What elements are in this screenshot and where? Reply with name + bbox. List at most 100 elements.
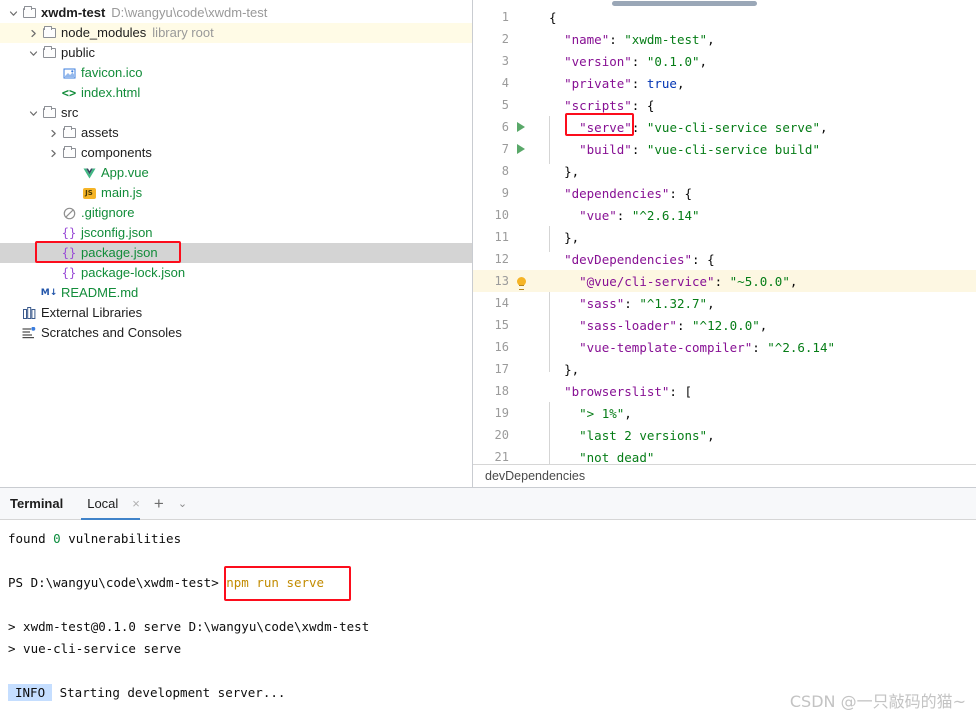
code-line[interactable]: 1{ [473,6,976,28]
tree-item-label: index.html [81,85,141,100]
terminal-tab-local[interactable]: Local [81,488,141,520]
chevron-down-icon[interactable] [6,9,20,18]
code-editor[interactable]: 1{2 "name": "xwdm-test", 3 "version": "0.… [473,6,976,464]
tree-item-jsconfig-json[interactable]: {} jsconfig.json [0,223,472,243]
tree-item-main-js[interactable]: JS main.js [0,183,472,203]
intention-bulb-icon[interactable] [511,276,531,290]
terminal-output[interactable]: found 0 vulnerabilities PS D:\wangyu\cod… [0,520,976,704]
line-number: 19 [494,406,509,420]
line-number: 2 [501,32,509,46]
json-file-icon: {} [61,246,77,260]
tree-item-app-vue[interactable]: App.vue [0,163,472,183]
close-icon[interactable]: × [132,496,140,511]
tree-item-label: components [81,145,152,160]
tree-item-readme-md[interactable]: M↓ README.md [0,283,472,303]
code-line[interactable]: 2 "name": "xwdm-test", [473,28,976,50]
code-text: "last 2 versions", [579,427,715,443]
terminal-title: Terminal [10,496,64,511]
chevron-right-icon[interactable] [46,149,60,158]
line-number: 6 [501,120,509,134]
chevron-down-icon[interactable]: ⌄ [178,497,187,510]
code-text: "devDependencies": { [564,251,715,267]
json-file-icon: {} [61,266,77,280]
line-number: 15 [494,318,509,332]
watermark: CSDN @一只敲码的猫~ [789,692,966,711]
code-text: "build": "vue-cli-service build" [579,141,820,157]
terminal-blank-line-1 [8,550,976,572]
code-line[interactable]: 10 "vue": "^2.6.14" [473,204,976,226]
line-number: 5 [501,98,509,112]
line-number: 1 [501,10,509,24]
tree-item-label: assets [81,125,119,140]
run-script-icon[interactable] [511,122,531,132]
line-number: 21 [494,450,509,464]
found-prefix: found [8,531,54,546]
html-file-icon: <> [61,86,77,100]
project-tree[interactable]: xwdm-test D:\wangyu\code\xwdm-test node_mo… [0,0,472,343]
tree-item-hint: library root [152,25,214,40]
code-text: "vue": "^2.6.14" [579,207,700,223]
terminal-tab-bar[interactable]: Terminal Local × + ⌄ [0,488,976,520]
tree-item-label: .gitignore [81,205,135,220]
folder-icon [40,46,58,58]
top-area: xwdm-test D:\wangyu\code\xwdm-test node_mo… [0,0,976,487]
tree-item-index-html[interactable]: <> index.html [0,83,472,103]
tree-item-favicon-ico[interactable]: favicon.ico [0,63,472,83]
tree-item-assets[interactable]: assets [0,123,472,143]
code-text: { [549,9,557,25]
code-line[interactable]: 3 "version": "0.1.0", [473,50,976,72]
tree-item-public[interactable]: public [0,43,472,63]
code-line[interactable]: 13 "@vue/cli-service": "~5.0.0", [473,270,976,292]
folder-icon [40,106,58,118]
code-text: "sass-loader": "^12.0.0", [579,317,768,333]
tree-item-package-json[interactable]: {} package.json [0,243,472,263]
folder-icon [20,6,38,18]
line-number: 17 [494,362,509,376]
chevron-right-icon[interactable] [26,29,40,38]
line-number: 8 [501,164,509,178]
code-line[interactable]: 18 "browserslist": [ [473,380,976,402]
terminal-line-vulnerabilities: found 0 vulnerabilities [8,528,976,550]
new-terminal-icon[interactable]: + [154,494,164,514]
editor-breadcrumb-status: devDependencies [473,464,976,487]
line-number: 16 [494,340,509,354]
tree-item-external-libraries[interactable]: External Libraries [0,303,472,323]
folder-icon [40,26,58,38]
code-text: }, [564,163,580,179]
terminal-prompt: PS D:\wangyu\code\xwdm-test> [8,575,219,590]
code-text: }, [564,229,580,245]
tree-item-label: jsconfig.json [81,225,153,240]
chevron-right-icon[interactable] [46,129,60,138]
tree-item-label: main.js [101,185,143,200]
indent-guide [549,116,550,164]
code-text: "version": "0.1.0", [564,53,708,69]
line-number: 20 [494,428,509,442]
run-script-icon[interactable] [511,144,531,154]
code-text: "> 1%", [579,405,632,421]
project-tree-panel[interactable]: xwdm-test D:\wangyu\code\xwdm-test node_mo… [0,0,473,487]
code-line[interactable]: 9 "dependencies": { [473,182,976,204]
code-text: "dependencies": { [564,185,693,201]
ide-window: xwdm-test D:\wangyu\code\xwdm-test node_mo… [0,0,976,718]
tree-item-package-lock-json[interactable]: {} package-lock.json [0,263,472,283]
chevron-down-icon[interactable] [26,109,40,118]
code-line[interactable]: 5 "scripts": { [473,94,976,116]
terminal-panel[interactable]: Terminal Local × + ⌄ found 0 vulnerabili… [0,488,976,718]
folder-icon [60,126,78,138]
line-number: 9 [501,186,509,200]
tree-item-src[interactable]: src [0,103,472,123]
editor-panel[interactable]: 1{2 "name": "xwdm-test", 3 "version": "0.… [473,0,976,487]
terminal-blank-line-3 [8,660,976,682]
external-libraries-icon [20,307,38,319]
chevron-down-icon[interactable] [26,49,40,58]
code-line[interactable]: 4 "private": true, [473,72,976,94]
info-message: Starting development server... [52,685,286,700]
terminal-prompt-line: PS D:\wangyu\code\xwdm-test> npm run ser… [8,572,976,594]
tree-item-xwdm-test[interactable]: xwdm-test D:\wangyu\code\xwdm-test [0,3,472,23]
code-text: "name": "xwdm-test", [564,31,715,47]
tree-item-components[interactable]: components [0,143,472,163]
tree-item-gitignore[interactable]: .gitignore [0,203,472,223]
terminal-tab-label: Local [87,496,119,511]
tree-item-scratches-and-consoles[interactable]: Scratches and Consoles [0,323,472,343]
tree-item-node-modules[interactable]: node_modules library root [0,23,472,43]
